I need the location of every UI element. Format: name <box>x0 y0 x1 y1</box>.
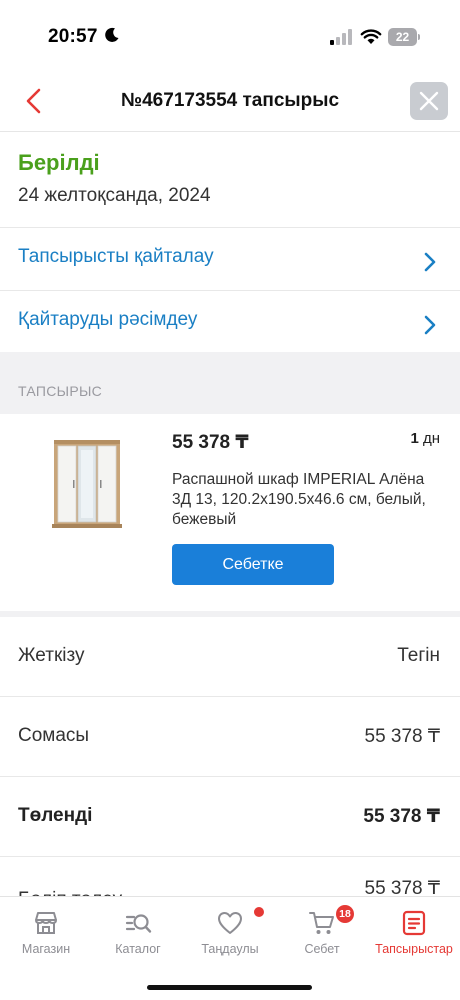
quantity-unit: дн <box>422 430 440 447</box>
return-order-link[interactable]: Қайтаруды рәсімдеу <box>0 290 460 352</box>
return-order-label: Қайтаруды рәсімдеу <box>18 309 198 330</box>
product-card: 55 378 ₸ 1 дн Распашной шкаф IMPERIAL Ал… <box>0 414 460 614</box>
cart-icon <box>309 912 334 934</box>
section-header: ТАПСЫРЫС <box>0 352 460 414</box>
wardrobe-image[interactable] <box>50 436 124 530</box>
battery-indicator: 22 <box>388 28 420 46</box>
add-to-cart-button[interactable]: Себетке <box>172 544 334 585</box>
summary-value: 55 378 ₸ <box>363 806 440 827</box>
nav-cart[interactable]: Себет <box>276 897 368 967</box>
product-name[interactable]: Распашной шкаф IMPERIAL Алёна 3Д 13, 120… <box>172 470 432 530</box>
moon-icon <box>105 27 119 42</box>
repeat-order-label: Тапсырысты қайталау <box>18 246 214 267</box>
cart-badge: 18 <box>336 905 354 923</box>
chevron-right-icon <box>424 315 436 335</box>
status-bar: 20:57 22 <box>0 0 460 66</box>
summary-value: 55 378 ₸ <box>364 726 440 747</box>
store-icon <box>35 912 57 934</box>
nav-shop[interactable]: Магазин <box>0 897 92 967</box>
product-quantity: 1 дн <box>410 430 440 447</box>
summary-row-total: Сомасы 55 378 ₸ <box>0 697 460 777</box>
summary-row-delivery: Жеткізу Тегін <box>0 617 460 697</box>
heart-icon <box>218 912 242 934</box>
summary-label: Сомасы <box>18 725 90 746</box>
section-label: ТАПСЫРЫС <box>18 383 103 399</box>
signal-icon <box>330 29 352 45</box>
orders-list-icon <box>402 910 426 936</box>
product-price: 55 378 ₸ <box>172 432 249 453</box>
nav-catalog[interactable]: Каталог <box>92 897 184 967</box>
close-button[interactable] <box>410 82 448 120</box>
bottom-nav: Магазин Каталог Таңдаулы Себет 18 Тапсыр… <box>0 896 460 1000</box>
close-icon <box>419 91 439 111</box>
summary-value: Тегін <box>397 645 440 666</box>
nav-label: Себет <box>304 942 340 956</box>
summary-label: Жеткізу <box>18 645 85 666</box>
chevron-left-icon <box>26 88 41 114</box>
catalog-search-icon <box>125 914 152 933</box>
status-time: 20:57 <box>48 26 98 47</box>
page-title: №467173554 тапсырыс <box>120 90 340 111</box>
nav-label: Таңдаулы <box>201 942 259 956</box>
order-status: Берілді <box>18 150 100 175</box>
home-indicator <box>147 985 312 990</box>
nav-label: Магазин <box>21 942 71 956</box>
favorites-badge-dot <box>254 907 264 917</box>
summary-label: Төленді <box>18 805 93 826</box>
nav-label: Каталог <box>115 942 161 956</box>
back-button[interactable] <box>20 84 50 118</box>
chevron-right-icon <box>424 252 436 272</box>
battery-level: 22 <box>395 30 410 44</box>
header: №467173554 тапсырыс <box>0 72 460 132</box>
wifi-icon <box>360 29 382 44</box>
quantity-number: 1 <box>410 430 419 447</box>
repeat-order-link[interactable]: Тапсырысты қайталау <box>0 227 460 289</box>
order-date: 24 желтоқсанда, 2024 <box>18 185 211 206</box>
summary-row-paid: Төленді 55 378 ₸ <box>0 777 460 857</box>
nav-label: Тапсырыстар <box>375 942 453 956</box>
nav-orders[interactable]: Тапсырыстар <box>368 897 460 967</box>
